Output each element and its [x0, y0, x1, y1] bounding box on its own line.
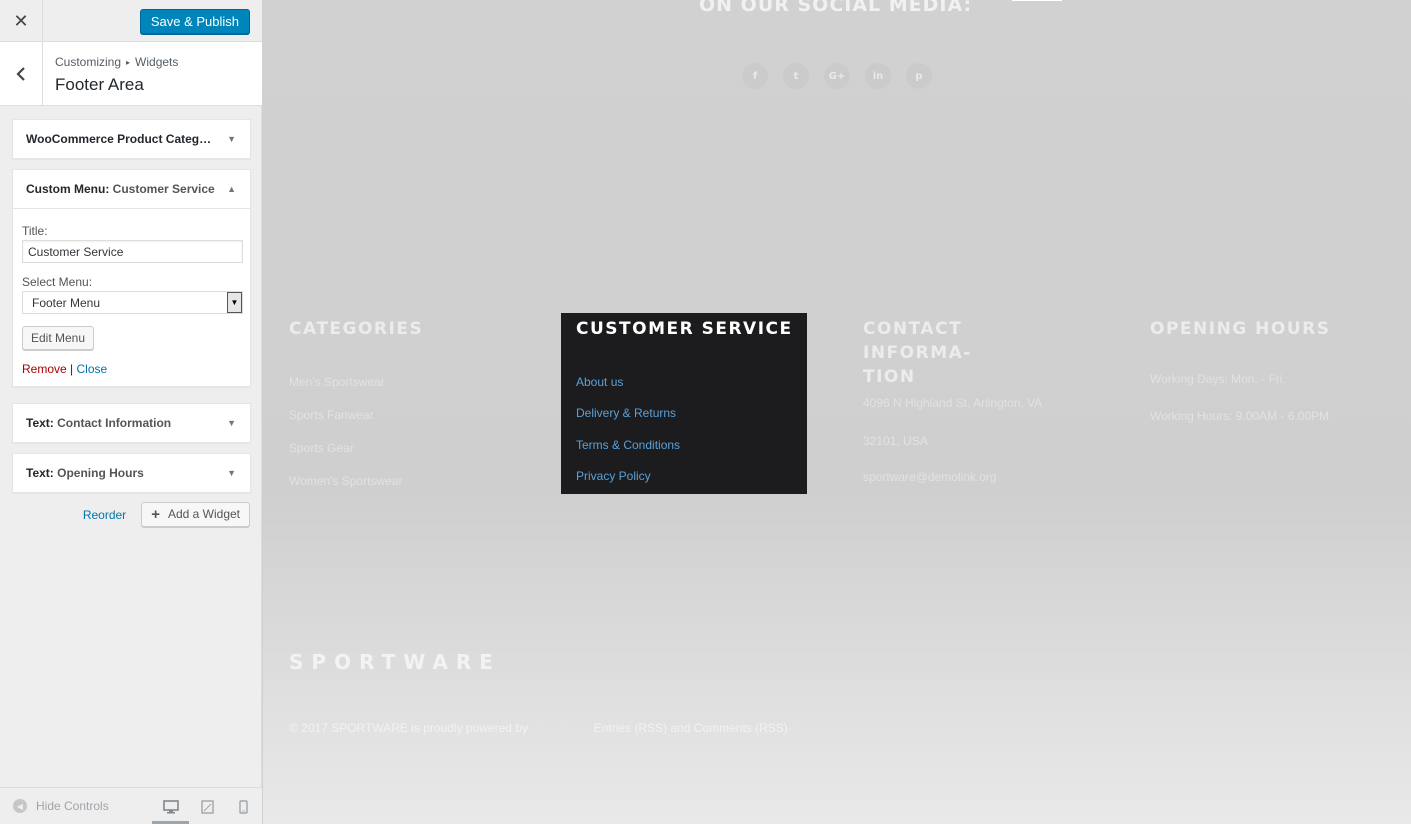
back-button[interactable]	[0, 42, 43, 105]
menu-select-value: Footer Menu	[32, 295, 101, 310]
add-widget-label: Add a Widget	[167, 507, 240, 521]
opening-hours-heading: OPENING HOURS	[1150, 319, 1331, 339]
widget-header[interactable]: Text: Opening Hours ▼	[13, 454, 250, 492]
contact-heading-line: CONTACT INFORMA-	[863, 319, 972, 363]
widget-type: Text:	[26, 416, 54, 430]
contact-heading-line: TION	[863, 367, 916, 387]
contact-email-link[interactable]: sportware@demolink.org	[863, 470, 997, 484]
wordpress-link[interactable]: WordPress	[531, 721, 590, 735]
breadcrumb-child: Widgets	[135, 55, 179, 69]
expand-arrow-icon[interactable]: ▼	[227, 134, 236, 144]
contact-address: 4096 N Highland St, Arlington, VA	[863, 396, 1043, 410]
menu-link[interactable]: Delivery & Returns	[576, 406, 676, 420]
actions-divider: |	[70, 362, 74, 376]
widget-instance-name: Customer Service	[112, 182, 215, 196]
category-link[interactable]: Women's Sportswear	[289, 474, 402, 488]
linkedin-icon[interactable]: in	[865, 63, 891, 89]
pinterest-icon[interactable]: p	[906, 63, 932, 89]
add-widget-button[interactable]: + Add a Widget	[141, 502, 250, 527]
social-heading: ON OUR SOCIAL MEDIA:	[699, 0, 973, 16]
contact-zip: 32101, USA	[863, 434, 928, 448]
section-title-panel: Customizing ▸ Widgets Footer Area	[0, 42, 262, 106]
title-label: Title:	[22, 224, 48, 238]
contact-heading: CONTACT INFORMA- TION	[863, 317, 1073, 389]
customer-service-heading: CUSTOMER SERVICE	[576, 319, 793, 339]
google-plus-icon[interactable]: G+	[824, 63, 850, 89]
widget-product-categories: WooCommerce Product Categor... ▼	[12, 119, 251, 159]
widget-type: Custom Menu:	[26, 182, 110, 196]
tablet-icon[interactable]	[198, 798, 216, 816]
twitter-icon[interactable]: t	[783, 63, 809, 89]
edit-menu-button[interactable]: Edit Menu	[22, 326, 95, 350]
close-icon: ✕	[13, 10, 29, 31]
customizer-sidebar: ✕ Save & Publish Customizing ▸ Widgets Foo…	[0, 0, 262, 824]
title-input[interactable]	[22, 240, 243, 263]
customizer-header: ✕ Save & Publish	[0, 0, 262, 42]
expand-arrow-icon[interactable]: ▼	[227, 418, 236, 428]
chevron-left-icon	[16, 66, 25, 81]
widget-area-actions: Reorder + Add a Widget	[83, 502, 250, 527]
divider-line	[1012, 0, 1062, 1]
expand-arrow-icon[interactable]: ▼	[227, 468, 236, 478]
section-name: Footer Area	[55, 75, 144, 94]
close-customizer-button[interactable]: ✕	[0, 0, 43, 42]
menu-link[interactable]: Terms & Conditions	[576, 438, 680, 452]
dropdown-arrow-icon[interactable]: ▼	[227, 292, 242, 313]
working-days: Working Days: Mon. - Fri.	[1150, 372, 1286, 386]
save-publish-button[interactable]: Save & Publish	[139, 9, 250, 34]
breadcrumb: Customizing ▸ Widgets	[55, 55, 178, 69]
desktop-icon[interactable]	[162, 798, 180, 816]
menu-link[interactable]: About us	[576, 375, 623, 389]
widget-form: Title: Select Menu: Footer Menu ▼ Edit M…	[13, 208, 250, 386]
menu-link[interactable]: Privacy Policy	[576, 469, 651, 483]
collapse-arrow-icon[interactable]: ▲	[227, 184, 236, 194]
rss-links[interactable]: Entries (RSS) and Comments (RSS)	[590, 721, 791, 735]
widget-opening-hours: Text: Opening Hours ▼	[12, 453, 251, 493]
menu-select[interactable]: Footer Menu ▼	[22, 291, 243, 314]
facebook-icon[interactable]: f	[742, 63, 768, 89]
widget-custom-menu: Custom Menu: Customer Service ▲ Title: S…	[12, 169, 251, 387]
copyright-prefix: © 2017 SPORTWARE is proudly powered by	[289, 721, 532, 735]
widget-header[interactable]: WooCommerce Product Categor... ▼	[13, 120, 250, 158]
category-link[interactable]: Sports Gear	[289, 441, 354, 455]
widget-instance-name: Contact Information	[57, 416, 172, 430]
plus-icon: +	[151, 506, 160, 523]
widget-header[interactable]: Custom Menu: Customer Service ▲	[13, 170, 250, 208]
category-link[interactable]: Sports Fanwear	[289, 408, 374, 422]
reorder-link[interactable]: Reorder	[83, 508, 126, 522]
widget-title: WooCommerce Product Categor...	[26, 132, 216, 146]
widget-title: Text: Contact Information	[26, 416, 171, 430]
hide-controls-button[interactable]: ◀ Hide Controls	[13, 799, 109, 813]
hide-controls-label: Hide Controls	[36, 799, 109, 813]
widget-header[interactable]: Text: Contact Information ▼	[13, 404, 250, 442]
categories-heading: CATEGORIES	[289, 319, 424, 339]
site-logo[interactable]: SPORTWARE	[289, 650, 501, 674]
widget-instance-name: Opening Hours	[57, 466, 144, 480]
copyright-text: © 2017 SPORTWARE is proudly powered by W…	[289, 721, 866, 735]
mobile-icon[interactable]	[234, 798, 252, 816]
working-hours: Working Hours: 9.00AM - 6.00PM	[1150, 409, 1330, 423]
breadcrumb-parent: Customizing	[55, 55, 122, 69]
breadcrumb-separator: ▸	[126, 58, 131, 67]
widget-contact-information: Text: Contact Information ▼	[12, 403, 251, 443]
select-menu-label: Select Menu:	[22, 275, 93, 289]
widget-title: Text: Opening Hours	[26, 466, 144, 480]
widget-type: Text:	[26, 466, 54, 480]
collapse-icon: ◀	[13, 799, 27, 813]
widget-control-actions: Remove | Close	[22, 362, 241, 376]
widget-title: Custom Menu: Customer Service	[26, 182, 215, 196]
site-preview: ON OUR SOCIAL MEDIA: f t G+ in p CATEGOR…	[263, 0, 1411, 824]
privacy-policy-link[interactable]: Privacy Policy	[791, 721, 866, 735]
close-widget-link[interactable]: Close	[77, 362, 108, 376]
category-link[interactable]: Men's Sportswear	[289, 375, 385, 389]
remove-widget-link[interactable]: Remove	[22, 362, 67, 376]
customer-service-widget[interactable]: CUSTOMER SERVICE About us Delivery & Ret…	[561, 313, 807, 494]
customizer-footer: ◀ Hide Controls	[0, 787, 262, 824]
